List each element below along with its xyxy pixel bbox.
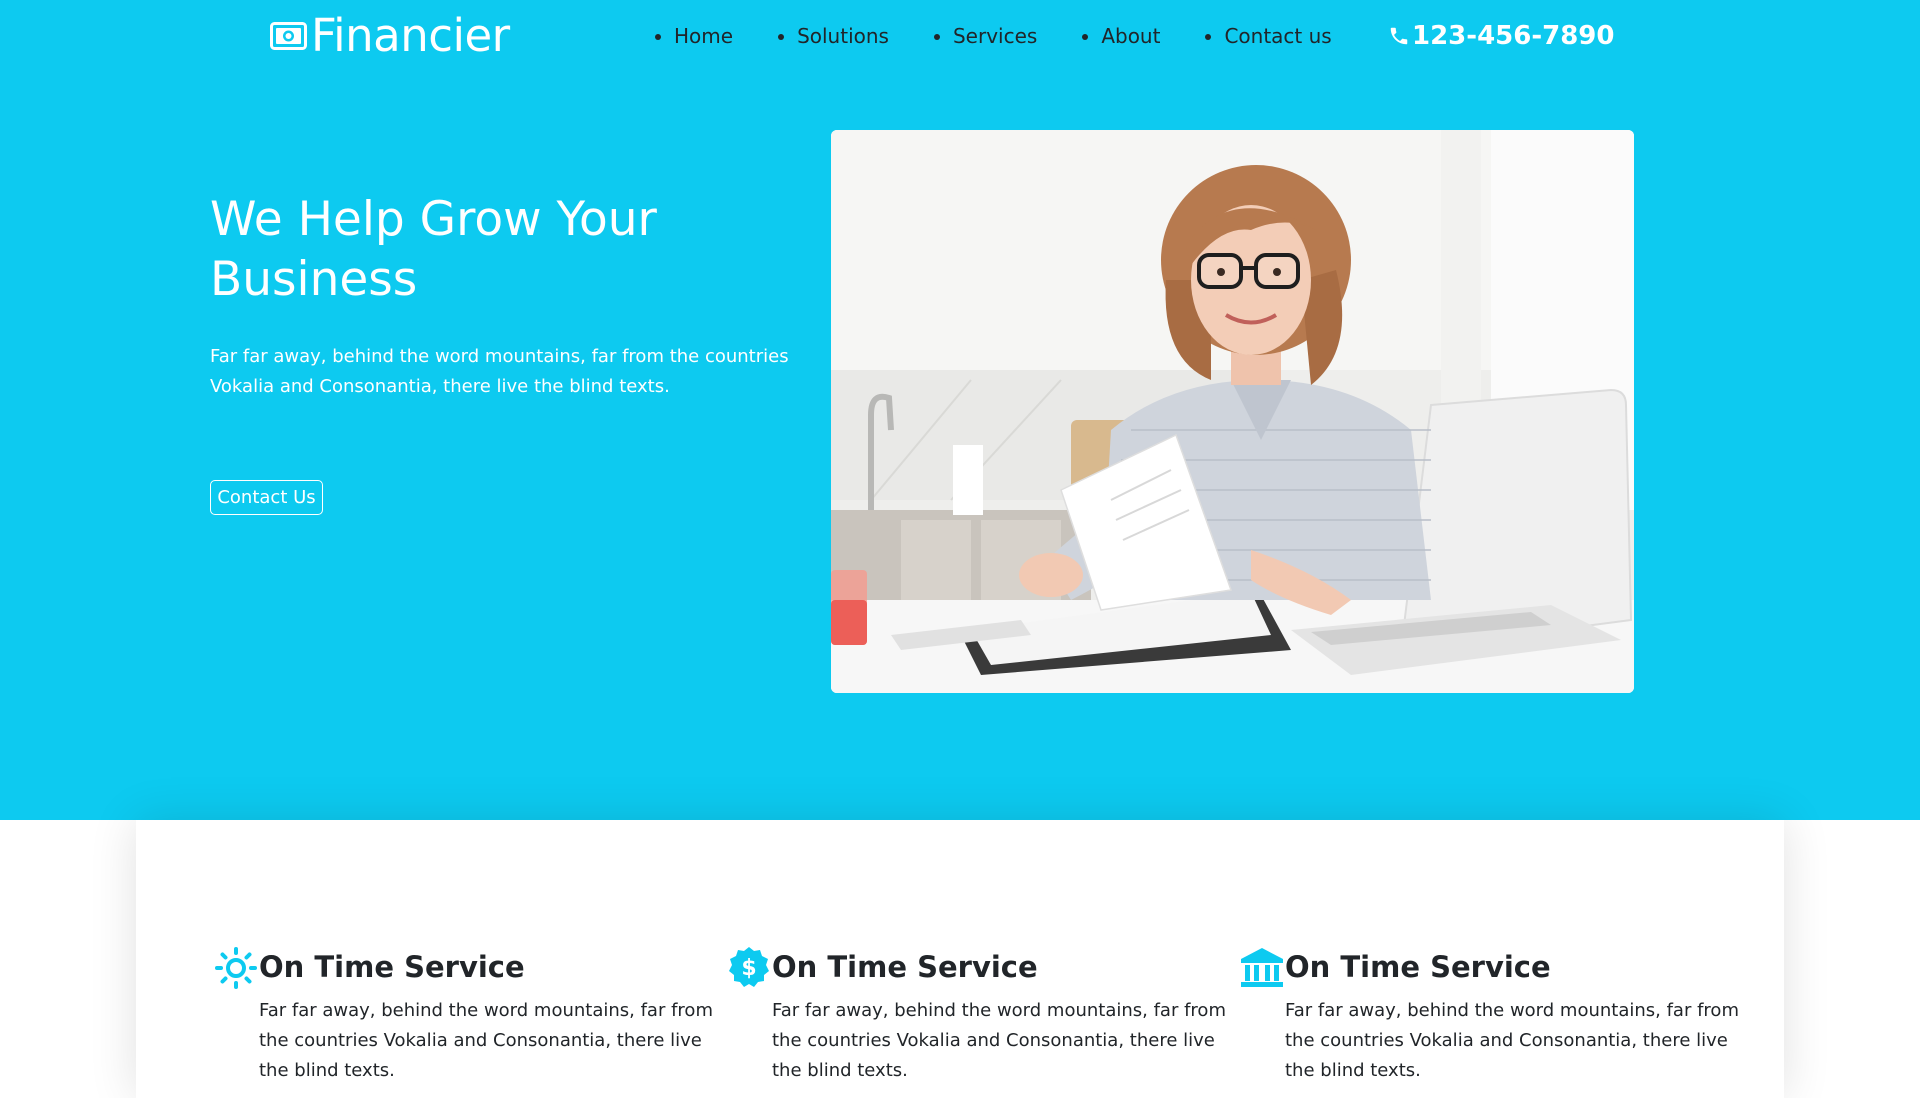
feature-card: $ On Time Service Far far away, behind t…: [726, 944, 1226, 1086]
brand-logo[interactable]: Financier: [270, 8, 510, 63]
hero-description: Far far away, behind the word mountains,…: [210, 346, 789, 397]
nav-link-services[interactable]: Services: [953, 24, 1037, 48]
nav-link-home[interactable]: Home: [674, 24, 733, 48]
feature-text: Far far away, behind the word mountains,…: [772, 1000, 1226, 1081]
sun-gear-icon: [215, 947, 257, 989]
hero-illustration: [831, 130, 1634, 693]
feature-text: Far far away, behind the word mountains,…: [1285, 1000, 1739, 1081]
feature-text: Far far away, behind the word mountains,…: [259, 1000, 713, 1081]
phone-number[interactable]: 123-456-7890: [1388, 18, 1615, 54]
nav-link-about[interactable]: About: [1101, 24, 1160, 48]
feature-title: On Time Service: [772, 950, 1038, 984]
dollar-badge-icon: $: [729, 947, 769, 987]
nav-item-solutions[interactable]: Solutions: [797, 20, 889, 52]
hero-title: We Help Grow Your Business: [210, 192, 657, 307]
nav-item-contact[interactable]: Contact us: [1224, 20, 1331, 52]
phone-number-text: 123-456-7890: [1412, 21, 1615, 51]
nav-item-about[interactable]: About: [1101, 20, 1160, 52]
nav-item-home[interactable]: Home: [674, 20, 733, 52]
feature-title: On Time Service: [259, 950, 525, 984]
svg-text:$: $: [741, 956, 756, 981]
feature-card: On Time Service Far far away, behind the…: [213, 944, 713, 1086]
nav-item-services[interactable]: Services: [953, 20, 1037, 52]
hero-section: Financier Home Solutions Services About …: [0, 0, 1920, 820]
bank-icon: [1241, 948, 1283, 987]
feature-title: On Time Service: [1285, 950, 1551, 984]
feature-card: On Time Service Far far away, behind the…: [1239, 944, 1739, 1086]
nav-link-contact[interactable]: Contact us: [1224, 24, 1331, 48]
contact-us-button[interactable]: Contact Us: [210, 480, 323, 515]
phone-icon: [1390, 27, 1408, 45]
nav-link-solutions[interactable]: Solutions: [797, 24, 889, 48]
brand-name: Financier: [311, 9, 510, 62]
main-nav: Home Solutions Services About Contact us: [650, 20, 1372, 52]
hero-image: [831, 130, 1634, 693]
features-section: On Time Service Far far away, behind the…: [136, 820, 1784, 1098]
money-bill-icon: [270, 21, 307, 50]
